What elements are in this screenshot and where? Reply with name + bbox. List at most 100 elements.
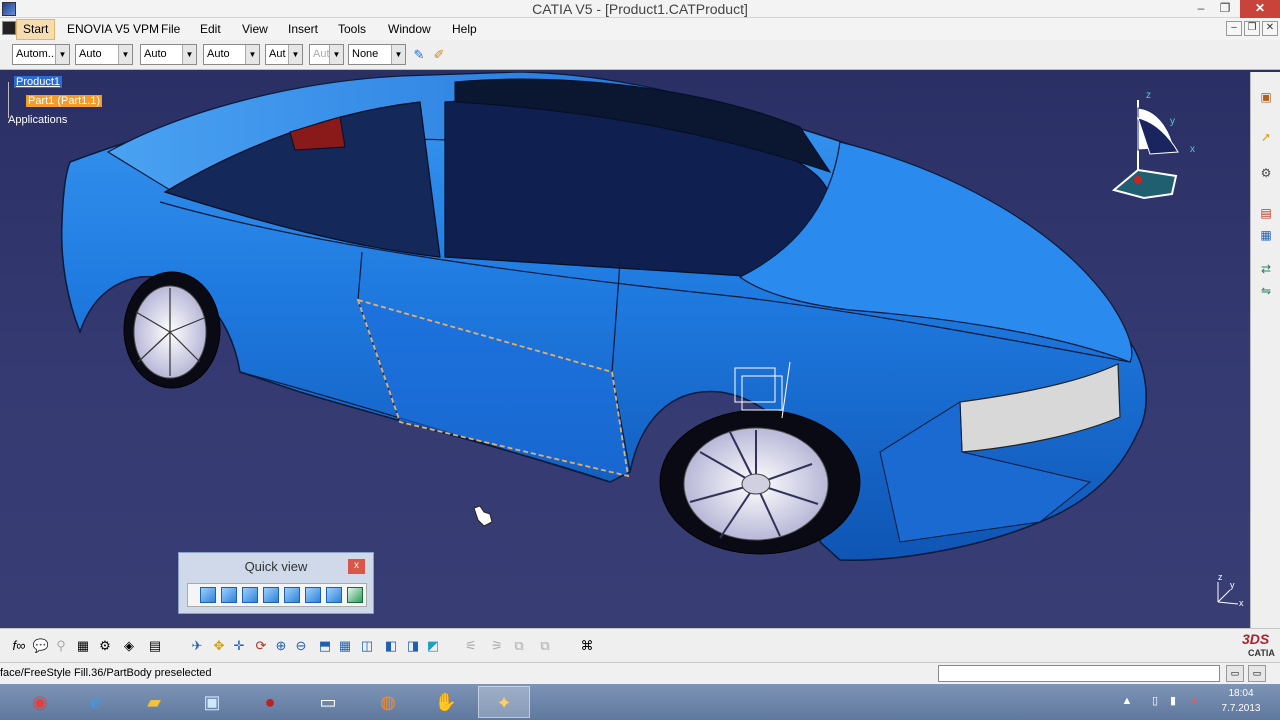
close-button[interactable]: ✕ (1240, 0, 1280, 18)
color-combo[interactable]: Autom... ▼ (12, 44, 70, 65)
analysis-icon[interactable]: ⇋ (1257, 282, 1275, 300)
product-icon[interactable]: ⚙ (1257, 164, 1275, 182)
maximize-button[interactable]: ❐ (1214, 0, 1236, 18)
network-icon[interactable]: ▮ (1166, 694, 1180, 708)
swap-visible-space-icon[interactable]: ◩ (424, 637, 442, 655)
select-arrow-icon[interactable]: ➚ (1257, 128, 1275, 146)
chevron-down-icon[interactable]: ▼ (55, 45, 69, 64)
zoom-in-icon[interactable]: ⊕ (272, 637, 290, 655)
file-explorer-icon[interactable]: ▰ (128, 686, 180, 718)
menu-insert[interactable]: Insert (288, 22, 318, 36)
catia-hand-icon[interactable]: ✋ (420, 686, 472, 718)
tree-node-product[interactable]: Product1 (14, 76, 63, 88)
remote-desktop-icon[interactable]: ▣ (186, 686, 238, 718)
chevron-down-icon[interactable]: ▼ (329, 45, 343, 64)
scene-icon[interactable]: ▤ (146, 637, 164, 655)
menu-enovia[interactable]: ENOVIA V5 VPM (67, 22, 159, 36)
tree-node-applications[interactable]: Applications (8, 114, 67, 126)
fit-all-icon[interactable]: ✥ (210, 637, 228, 655)
menu-tools[interactable]: Tools (338, 22, 366, 36)
tree-node-part[interactable]: Part1 (Part1.1) (26, 95, 103, 107)
catalog-icon[interactable]: ◈ (120, 637, 138, 655)
status-button-1[interactable]: ▭ (1226, 665, 1244, 682)
car-model[interactable] (0, 72, 1250, 628)
menu-view[interactable]: View (242, 22, 268, 36)
transparency-combo[interactable]: Auto ▼ (75, 44, 133, 65)
tray-expand-icon[interactable]: ▲ (1120, 694, 1134, 708)
menu-start[interactable]: Start (16, 19, 56, 40)
left-view-icon[interactable] (263, 587, 279, 603)
compass[interactable]: z y x (1108, 90, 1198, 210)
tree-connector (8, 82, 9, 118)
top-view-icon[interactable] (305, 587, 321, 603)
graphic-properties-icon[interactable]: ✐ (430, 46, 448, 64)
isometric-view-icon[interactable] (200, 587, 216, 603)
generative-icon[interactable]: ⚟ (462, 637, 480, 655)
start-orb-icon[interactable]: ◉ (14, 686, 66, 718)
status-button-2[interactable]: ▭ (1248, 665, 1266, 682)
zoom-out-icon[interactable]: ⊖ (292, 637, 310, 655)
reorder-icon[interactable]: ⚞ (488, 637, 506, 655)
quick-view-buttons (187, 583, 367, 607)
tray-device-icon[interactable]: ▯ (1148, 694, 1162, 708)
minimize-button[interactable]: – (1190, 0, 1212, 18)
quick-view-close-button[interactable]: x (348, 559, 365, 574)
menu-file[interactable]: File (161, 22, 180, 36)
chevron-down-icon[interactable]: ▼ (118, 45, 132, 64)
firefox-icon[interactable]: ◍ (362, 686, 414, 718)
3d-viewport[interactable]: Product1 Part1 (Part1.1) Applications z … (0, 72, 1250, 628)
menu-help[interactable]: Help (452, 22, 477, 36)
bottom-view-icon[interactable] (326, 587, 342, 603)
mdi-restore-button[interactable]: ❐ (1244, 21, 1260, 36)
document-icon[interactable] (2, 21, 16, 35)
chevron-down-icon[interactable]: ▼ (245, 45, 259, 64)
copy-icon[interactable]: ⧉ (510, 637, 528, 655)
volume-icon[interactable]: ◐ (1188, 694, 1202, 708)
view-mode-icon[interactable]: ◧ (382, 637, 400, 655)
menu-window[interactable]: Window (388, 22, 431, 36)
named-views-icon[interactable] (347, 587, 363, 603)
rotate-icon[interactable]: ⟳ (252, 637, 270, 655)
point-symbol-combo[interactable]: Aut ▼ (265, 44, 303, 65)
quick-view-icon[interactable]: ◫ (358, 637, 376, 655)
fly-mode-icon[interactable]: ✈ (188, 637, 206, 655)
measure-icon[interactable]: ⇄ (1257, 260, 1275, 278)
front-view-icon[interactable] (221, 587, 237, 603)
bill-of-material-icon[interactable]: ⚙ (96, 637, 114, 655)
chevron-down-icon[interactable]: ▼ (391, 45, 405, 64)
layer-combo[interactable]: None ▼ (348, 44, 406, 65)
paste-icon[interactable]: ⧉ (536, 637, 554, 655)
normal-view-icon[interactable]: ⬒ (316, 637, 334, 655)
pan-icon[interactable]: ✛ (230, 637, 248, 655)
catia-window-icon[interactable]: ✦ (478, 686, 530, 718)
menu-edit[interactable]: Edit (200, 22, 221, 36)
back-view-icon[interactable] (242, 587, 258, 603)
insert-component-icon[interactable]: ▤ (1257, 204, 1275, 222)
constraint-icon[interactable]: ▦ (1257, 226, 1275, 244)
linetype-combo[interactable]: Auto ▼ (203, 44, 260, 65)
hide-show-icon[interactable]: ◨ (404, 637, 422, 655)
multi-view-icon[interactable]: ▦ (336, 637, 354, 655)
format-painter-icon[interactable]: ✎ (410, 46, 428, 64)
table-icon[interactable]: ▦ (74, 637, 92, 655)
chevron-down-icon[interactable]: ▼ (288, 45, 302, 64)
camera-icon[interactable]: ⌘ (578, 637, 596, 655)
rendering-style-combo[interactable]: Aut ▼ (309, 44, 344, 65)
powerpoint-icon[interactable]: ● (244, 686, 296, 718)
clock-time[interactable]: 18:04 (1218, 688, 1264, 699)
sketch-icon[interactable]: ▣ (1257, 88, 1275, 106)
knowledge-icon[interactable]: ⚲ (52, 637, 70, 655)
clock-date[interactable]: 7.7.2013 (1218, 703, 1264, 714)
comment-icon[interactable]: 💬 (32, 637, 50, 655)
mdi-close-button[interactable]: ✕ (1262, 21, 1278, 36)
media-icon[interactable]: ▭ (302, 686, 354, 718)
title-bar: CATIA V5 - [Product1.CATProduct] – ❐ ✕ (0, 0, 1280, 18)
line-thickness-combo[interactable]: Auto ▼ (140, 44, 197, 65)
internet-explorer-icon[interactable]: ℯ (70, 686, 122, 718)
quick-view-toolbar[interactable]: Quick view x (178, 552, 374, 614)
right-view-icon[interactable] (284, 587, 300, 603)
formula-icon[interactable]: f∞ (10, 637, 28, 655)
chevron-down-icon[interactable]: ▼ (182, 45, 196, 64)
power-input-field[interactable] (938, 665, 1220, 682)
mdi-minimize-button[interactable]: – (1226, 21, 1242, 36)
